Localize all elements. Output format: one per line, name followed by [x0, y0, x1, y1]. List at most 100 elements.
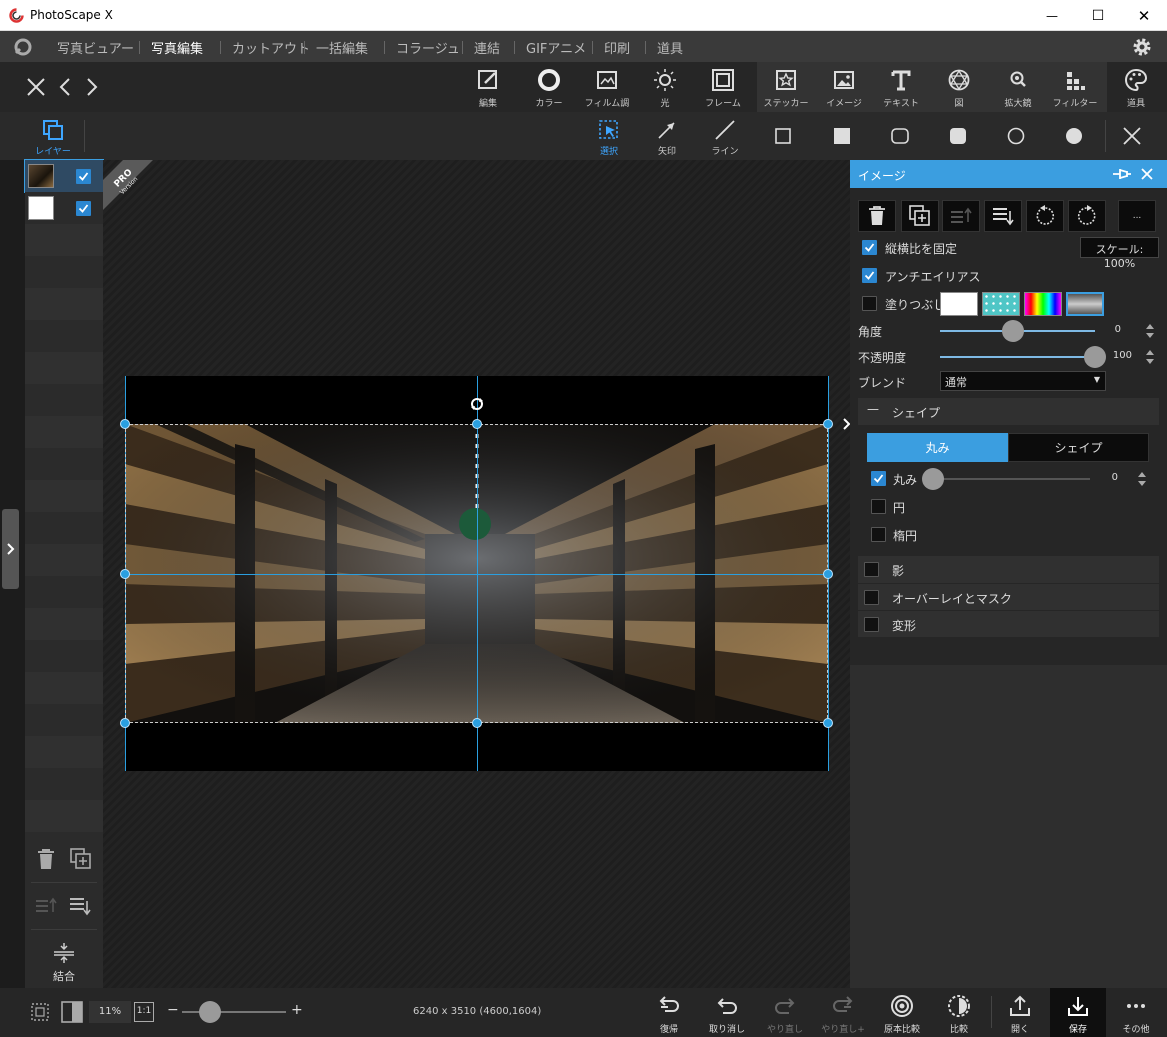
opacity-spinner-icon[interactable] [1145, 348, 1155, 366]
tool-frame[interactable]: フレーム [695, 62, 751, 112]
fill-swatch-pattern[interactable] [982, 292, 1020, 316]
zoom-slider-knob[interactable] [199, 1001, 222, 1023]
tool-edit[interactable]: 編集 [460, 62, 516, 112]
fill-checkbox[interactable] [862, 296, 877, 311]
previous-icon[interactable] [54, 76, 76, 98]
duplicate-image-button[interactable] [901, 200, 939, 232]
compare-original-button[interactable]: 原本比較 [874, 988, 930, 1037]
zoom-out-icon[interactable]: − [167, 1002, 179, 1018]
resize-handle-top-right[interactable] [823, 419, 833, 429]
duplicate-layer-icon[interactable] [70, 848, 92, 870]
layer-toggle-button[interactable]: レイヤー [25, 112, 81, 160]
keep-ratio-checkbox[interactable] [862, 240, 877, 255]
fill-swatch-gradient[interactable] [1024, 292, 1062, 316]
undo-button[interactable]: 取り消し [699, 988, 755, 1037]
tool-sticker[interactable]: ステッカー [758, 62, 814, 112]
move-layer-down-icon[interactable] [69, 896, 91, 916]
next-icon[interactable] [81, 76, 103, 98]
menu-collage[interactable]: コラージュ [396, 38, 460, 57]
layer-row-photo[interactable] [24, 159, 104, 193]
fill-swatch-metal[interactable] [1066, 292, 1104, 316]
rotate-left-button[interactable] [1026, 200, 1064, 232]
merge-icon[interactable] [52, 942, 76, 964]
minimize-button[interactable]: — [1029, 0, 1075, 31]
round-checkbox[interactable] [871, 471, 886, 486]
menu-batch[interactable]: 一括編集 [316, 38, 368, 57]
close-image-icon[interactable] [25, 76, 47, 98]
round-slider-track[interactable] [930, 478, 1090, 480]
overlay-checkbox[interactable] [864, 590, 879, 605]
redo-button[interactable]: やり直し [757, 988, 813, 1037]
menu-combine[interactable]: 連結 [474, 38, 500, 57]
menu-cutout[interactable]: カットアウト [232, 38, 310, 57]
transform-section[interactable]: 変形 [858, 610, 1159, 637]
zoom-value[interactable]: 11% [89, 1001, 131, 1023]
layer-row-background[interactable] [25, 192, 103, 224]
close-icon[interactable] [1140, 167, 1154, 181]
round-rect-filled-button[interactable] [930, 112, 986, 160]
segment-shape[interactable]: シェイプ [1008, 433, 1149, 462]
round-slider-knob[interactable] [922, 468, 944, 490]
delete-layer-icon[interactable] [36, 848, 56, 870]
resize-handle-left[interactable] [120, 569, 130, 579]
circle-checkbox[interactable] [871, 499, 886, 514]
opacity-value[interactable]: 100 [1092, 350, 1132, 361]
line-tool-button[interactable]: ライン [697, 112, 753, 160]
zoom-slider-track[interactable] [182, 1011, 286, 1013]
antialias-checkbox[interactable] [862, 268, 877, 283]
tool-palette[interactable]: 道具 [1108, 62, 1164, 112]
tool-figure[interactable]: 図 [931, 62, 987, 112]
layer-visibility-checkbox[interactable] [76, 201, 91, 216]
gear-icon[interactable] [1131, 36, 1153, 58]
transform-checkbox[interactable] [864, 617, 879, 632]
save-button[interactable]: 保存 [1050, 988, 1106, 1037]
tool-color[interactable]: カラー [521, 62, 577, 112]
scale-button[interactable]: スケール: 100% [1080, 237, 1159, 270]
menu-photo-viewer[interactable]: 写真ビュアー [57, 38, 134, 57]
split-view-icon[interactable] [61, 1001, 83, 1023]
angle-value[interactable]: 0 [1081, 324, 1121, 335]
fit-selection-icon[interactable] [30, 1002, 50, 1022]
rotate-right-button[interactable] [1068, 200, 1106, 232]
merge-label[interactable]: 結合 [25, 968, 103, 984]
tool-magnifier[interactable]: 拡大鏡 [990, 62, 1046, 112]
tool-film[interactable]: フィルム調 [579, 62, 635, 112]
delete-image-button[interactable] [858, 200, 896, 232]
app-home-icon[interactable] [12, 37, 34, 57]
round-spinner-icon[interactable] [1137, 470, 1147, 488]
angle-spinner-icon[interactable] [1145, 322, 1155, 340]
open-button[interactable]: 開く [992, 988, 1048, 1037]
tool-image[interactable]: イメージ [816, 62, 872, 112]
zoom-in-icon[interactable]: + [291, 1002, 303, 1018]
select-tool-button[interactable]: 選択 [581, 112, 637, 160]
arrow-tool-button[interactable]: 矢印 [639, 112, 695, 160]
shadow-section[interactable]: 影 [858, 556, 1159, 583]
shadow-checkbox[interactable] [864, 562, 879, 577]
resize-handle-top[interactable] [472, 419, 482, 429]
round-value[interactable]: 0 [1078, 472, 1118, 483]
shape-section-header[interactable]: — シェイプ [858, 398, 1159, 425]
revert-button[interactable]: 復帰 [641, 988, 697, 1037]
send-backward-button[interactable] [984, 200, 1022, 232]
compare-button[interactable]: 比較 [931, 988, 987, 1037]
ellipse-outline-button[interactable] [988, 112, 1044, 160]
maximize-button[interactable]: ☐ [1075, 0, 1121, 31]
tool-filter[interactable]: フィルター [1047, 62, 1103, 112]
menu-tools[interactable]: 道具 [657, 38, 683, 57]
resize-handle-top-left[interactable] [120, 419, 130, 429]
ellipse-filled-button[interactable] [1046, 112, 1102, 160]
close-window-button[interactable]: ✕ [1121, 0, 1167, 31]
menu-print[interactable]: 印刷 [604, 38, 630, 57]
angle-slider-knob[interactable] [1001, 320, 1024, 342]
close-shapes-button[interactable] [1104, 112, 1160, 160]
layer-visibility-checkbox[interactable] [76, 169, 91, 184]
bring-forward-button[interactable] [942, 200, 980, 232]
ellipse-checkbox[interactable] [871, 527, 886, 542]
resize-handle-bottom-left[interactable] [120, 718, 130, 728]
pin-icon[interactable] [1112, 167, 1132, 181]
round-rect-outline-button[interactable] [872, 112, 928, 160]
side-panel-toggle[interactable] [2, 509, 19, 589]
rect-filled-button[interactable] [814, 112, 870, 160]
rect-outline-button[interactable] [755, 112, 811, 160]
resize-handle-bottom[interactable] [472, 718, 482, 728]
